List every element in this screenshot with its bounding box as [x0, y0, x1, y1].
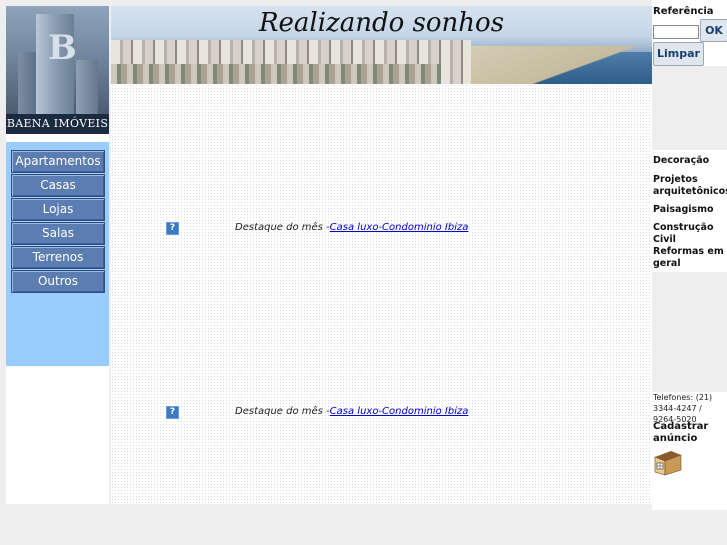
- featured-link[interactable]: Casa luxo-Condominio Ibiza: [330, 406, 469, 417]
- right-spacer: [652, 66, 727, 150]
- service-construcao[interactable]: Construção Civil: [653, 222, 727, 246]
- menu-item-terrenos[interactable]: Terrenos: [11, 246, 105, 269]
- service-paisagismo[interactable]: Paisagismo: [653, 204, 727, 216]
- menu-item-casas[interactable]: Casas: [11, 174, 105, 197]
- main-content: [111, 84, 652, 504]
- logo-brand-text: BAENA IMÓVEIS: [6, 114, 109, 134]
- register-listing-link[interactable]: Cadastrar anúncio: [653, 421, 727, 445]
- baena-logo[interactable]: B BAENA IMÓVEIS: [6, 6, 109, 134]
- featured-link[interactable]: Casa luxo-Condominio Ibiza: [330, 222, 469, 233]
- featured-prefix: Destaque do mês -: [235, 406, 330, 417]
- house-icon[interactable]: [653, 447, 683, 477]
- clear-button[interactable]: Limpar: [653, 42, 704, 66]
- category-menu: Apartamentos Casas Lojas Salas Terrenos …: [6, 142, 109, 366]
- banner: Realizando sonhos: [111, 6, 652, 84]
- featured-listing: ? Destaque do mês -Casa luxo-Condominio …: [111, 221, 652, 237]
- service-projetos[interactable]: Projetos arquitetônicos: [653, 174, 727, 198]
- reference-input[interactable]: [653, 25, 699, 39]
- featured-listing: ? Destaque do mês -Casa luxo-Condominio …: [111, 405, 652, 421]
- service-reformas[interactable]: Reformas em geral: [653, 246, 727, 270]
- banner-city-front: [111, 64, 441, 84]
- featured-text: Destaque do mês -Casa luxo-Condominio Ib…: [235, 222, 468, 233]
- menu-item-outros[interactable]: Outros: [11, 270, 105, 293]
- logo-building: [18, 52, 38, 114]
- featured-text: Destaque do mês -Casa luxo-Condominio Ib…: [235, 406, 468, 417]
- featured-prefix: Destaque do mês -: [235, 222, 330, 233]
- right-spacer: [652, 272, 727, 392]
- missing-image-icon[interactable]: ?: [166, 406, 179, 419]
- menu-item-apartamentos[interactable]: Apartamentos: [11, 150, 105, 173]
- banner-title: Realizando sonhos: [258, 8, 505, 38]
- menu-item-salas[interactable]: Salas: [11, 222, 105, 245]
- ok-button[interactable]: OK: [700, 19, 727, 42]
- missing-image-icon[interactable]: ?: [166, 222, 179, 235]
- logo-building: [76, 60, 98, 114]
- banner-beach: [441, 46, 652, 84]
- logo-letter: B: [48, 28, 77, 68]
- reference-label: Referência: [653, 6, 714, 17]
- menu-item-lojas[interactable]: Lojas: [11, 198, 105, 221]
- service-decoracao[interactable]: Decoração: [653, 155, 727, 167]
